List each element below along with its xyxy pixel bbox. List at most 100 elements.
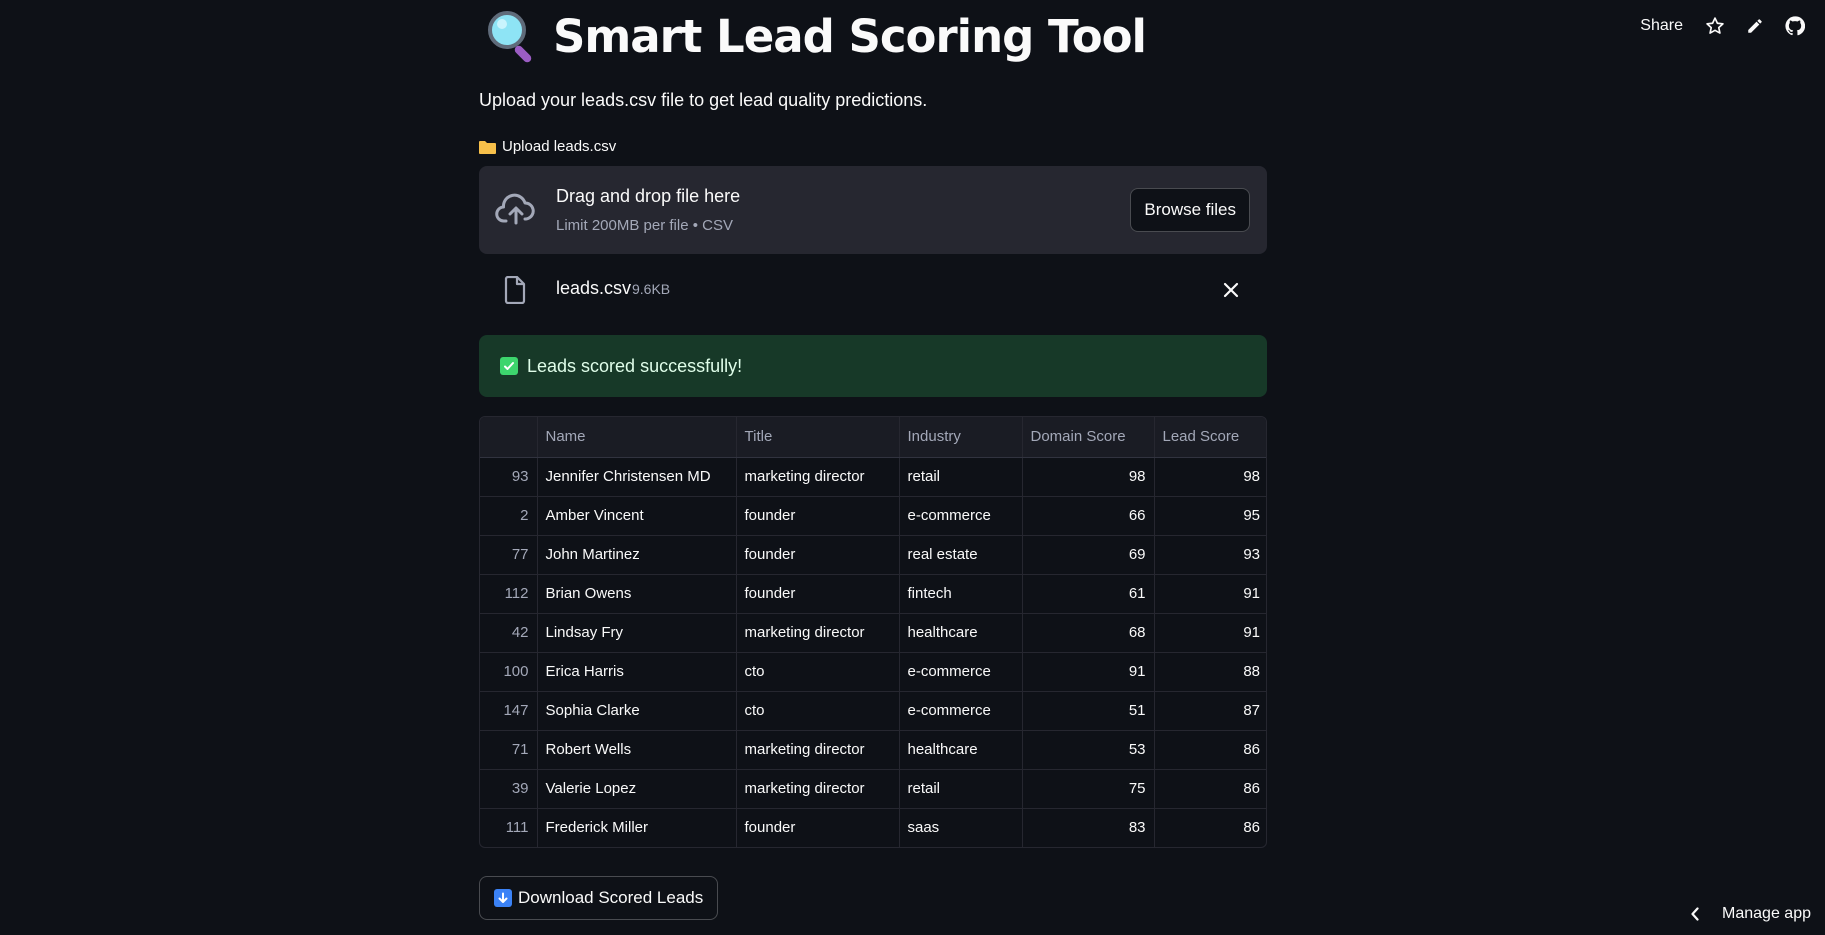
uploader-label: Upload leads.csv <box>479 138 616 155</box>
cell-lead-score[interactable]: 86 <box>1154 769 1266 809</box>
cell-title[interactable]: founder <box>736 496 900 536</box>
magnifying-glass-icon <box>488 11 532 63</box>
file-dropzone[interactable]: Drag and drop file here Limit 200MB per … <box>479 166 1267 254</box>
column-header-index[interactable] <box>480 417 538 458</box>
cell-domain-score[interactable]: 51 <box>1022 691 1155 731</box>
cell-domain-score[interactable]: 83 <box>1022 808 1155 847</box>
cell-lead-score[interactable]: 91 <box>1154 574 1266 614</box>
cell-lead-score[interactable]: 86 <box>1154 730 1266 770</box>
cell-name[interactable]: Sophia Clarke <box>537 691 737 731</box>
cell-title[interactable]: marketing director <box>736 730 900 770</box>
browse-files-button[interactable]: Browse files <box>1130 188 1250 232</box>
share-button[interactable]: Share <box>1634 17 1689 35</box>
download-button-label: Download Scored Leads <box>518 888 704 907</box>
row-index[interactable]: 147 <box>480 691 538 731</box>
cell-domain-score[interactable]: 61 <box>1022 574 1155 614</box>
row-index[interactable]: 93 <box>480 457 538 497</box>
manage-app-button[interactable]: Manage app <box>1690 905 1811 923</box>
uploader-label-text: Upload leads.csv <box>502 138 617 155</box>
cell-lead-score[interactable]: 93 <box>1154 535 1266 575</box>
cell-domain-score[interactable]: 75 <box>1022 769 1155 809</box>
cell-title[interactable]: founder <box>736 574 900 614</box>
cell-name[interactable]: Erica Harris <box>537 652 737 692</box>
cell-domain-score[interactable]: 68 <box>1022 613 1155 653</box>
cell-title[interactable]: marketing director <box>736 457 900 497</box>
table-header-row: Name Title Industry Domain Score Lead Sc… <box>480 417 1266 458</box>
cell-industry[interactable]: retail <box>899 769 1023 809</box>
cell-title[interactable]: cto <box>736 652 900 692</box>
close-icon[interactable] <box>1221 280 1241 300</box>
cell-domain-score[interactable]: 69 <box>1022 535 1155 575</box>
dropzone-limit: Limit 200MB per file • CSV <box>556 217 733 234</box>
cell-name[interactable]: Lindsay Fry <box>537 613 737 653</box>
row-index[interactable]: 39 <box>480 769 538 809</box>
cell-name[interactable]: Jennifer Christensen MD <box>537 457 737 497</box>
cell-domain-score[interactable]: 98 <box>1022 457 1155 497</box>
page-title: Smart Lead Scoring Tool <box>485 8 1147 64</box>
column-header-domain-score[interactable]: Domain Score <box>1022 417 1155 458</box>
star-icon[interactable] <box>1701 12 1729 40</box>
cell-title[interactable]: marketing director <box>736 769 900 809</box>
row-index[interactable]: 2 <box>480 496 538 536</box>
cell-title[interactable]: marketing director <box>736 613 900 653</box>
cell-industry[interactable]: retail <box>899 457 1023 497</box>
cell-title[interactable]: cto <box>736 691 900 731</box>
table-row[interactable]: 2 Amber Vincent founder e-commerce 66 95 <box>480 496 1266 536</box>
cell-industry[interactable]: saas <box>899 808 1023 847</box>
table-row[interactable]: 147 Sophia Clarke cto e-commerce 51 87 <box>480 691 1266 731</box>
cell-lead-score[interactable]: 86 <box>1154 808 1266 847</box>
cell-domain-score[interactable]: 66 <box>1022 496 1155 536</box>
cell-industry[interactable]: e-commerce <box>899 691 1023 731</box>
cell-industry[interactable]: healthcare <box>899 613 1023 653</box>
column-header-industry[interactable]: Industry <box>899 417 1023 458</box>
down-arrow-icon <box>494 889 512 907</box>
cell-lead-score[interactable]: 98 <box>1154 457 1266 497</box>
table-row[interactable]: 112 Brian Owens founder fintech 61 91 <box>480 574 1266 614</box>
cell-lead-score[interactable]: 88 <box>1154 652 1266 692</box>
cell-industry[interactable]: e-commerce <box>899 496 1023 536</box>
column-header-name[interactable]: Name <box>537 417 737 458</box>
row-index[interactable]: 100 <box>480 652 538 692</box>
table-row[interactable]: 100 Erica Harris cto e-commerce 91 88 <box>480 652 1266 692</box>
row-index[interactable]: 112 <box>480 574 538 614</box>
cell-title[interactable]: founder <box>736 808 900 847</box>
cell-industry[interactable]: healthcare <box>899 730 1023 770</box>
cell-industry[interactable]: e-commerce <box>899 652 1023 692</box>
column-header-title[interactable]: Title <box>736 417 900 458</box>
row-index[interactable]: 77 <box>480 535 538 575</box>
cell-industry[interactable]: fintech <box>899 574 1023 614</box>
table-row[interactable]: 71 Robert Wells marketing director healthca… <box>480 730 1266 770</box>
table-row[interactable]: 42 Lindsay Fry marketing director healthcar… <box>480 613 1266 653</box>
success-message: Leads scored successfully! <box>527 355 743 376</box>
table-row[interactable]: 39 Valerie Lopez marketing director retail 7… <box>480 769 1266 809</box>
table-row[interactable]: 111 Frederick Miller founder saas 83 86 <box>480 808 1266 847</box>
cell-name[interactable]: Valerie Lopez <box>537 769 737 809</box>
leads-table[interactable]: Name Title Industry Domain Score Lead Sc… <box>479 416 1267 848</box>
cell-name[interactable]: Robert Wells <box>537 730 737 770</box>
row-index[interactable]: 111 <box>480 808 538 847</box>
chevron-left-icon <box>1691 907 1699 921</box>
cell-name[interactable]: Amber Vincent <box>537 496 737 536</box>
cell-lead-score[interactable]: 87 <box>1154 691 1266 731</box>
success-alert: Leads scored successfully! <box>479 335 1267 397</box>
table-row[interactable]: 93 Jennifer Christensen MD marketing direc… <box>480 457 1266 497</box>
cell-name[interactable]: John Martinez <box>537 535 737 575</box>
cell-domain-score[interactable]: 91 <box>1022 652 1155 692</box>
cell-title[interactable]: founder <box>736 535 900 575</box>
row-index[interactable]: 71 <box>480 730 538 770</box>
row-index[interactable]: 42 <box>480 613 538 653</box>
cell-lead-score[interactable]: 95 <box>1154 496 1266 536</box>
cell-name[interactable]: Frederick Miller <box>537 808 737 847</box>
column-header-lead-score[interactable]: Lead Score <box>1154 417 1266 458</box>
cell-name[interactable]: Brian Owens <box>537 574 737 614</box>
cell-industry[interactable]: real estate <box>899 535 1023 575</box>
cell-lead-score[interactable]: 91 <box>1154 613 1266 653</box>
cell-domain-score[interactable]: 53 <box>1022 730 1155 770</box>
uploaded-file: leads.csv 9.6KB <box>479 270 1267 310</box>
pencil-icon[interactable] <box>1741 12 1769 40</box>
file-name: leads.csv <box>556 278 632 298</box>
download-scored-leads-button[interactable]: Download Scored Leads <box>479 876 719 920</box>
github-icon[interactable] <box>1781 12 1809 40</box>
table-row[interactable]: 77 John Martinez founder real estate 69 93 <box>480 535 1266 575</box>
folder-icon <box>479 140 496 154</box>
